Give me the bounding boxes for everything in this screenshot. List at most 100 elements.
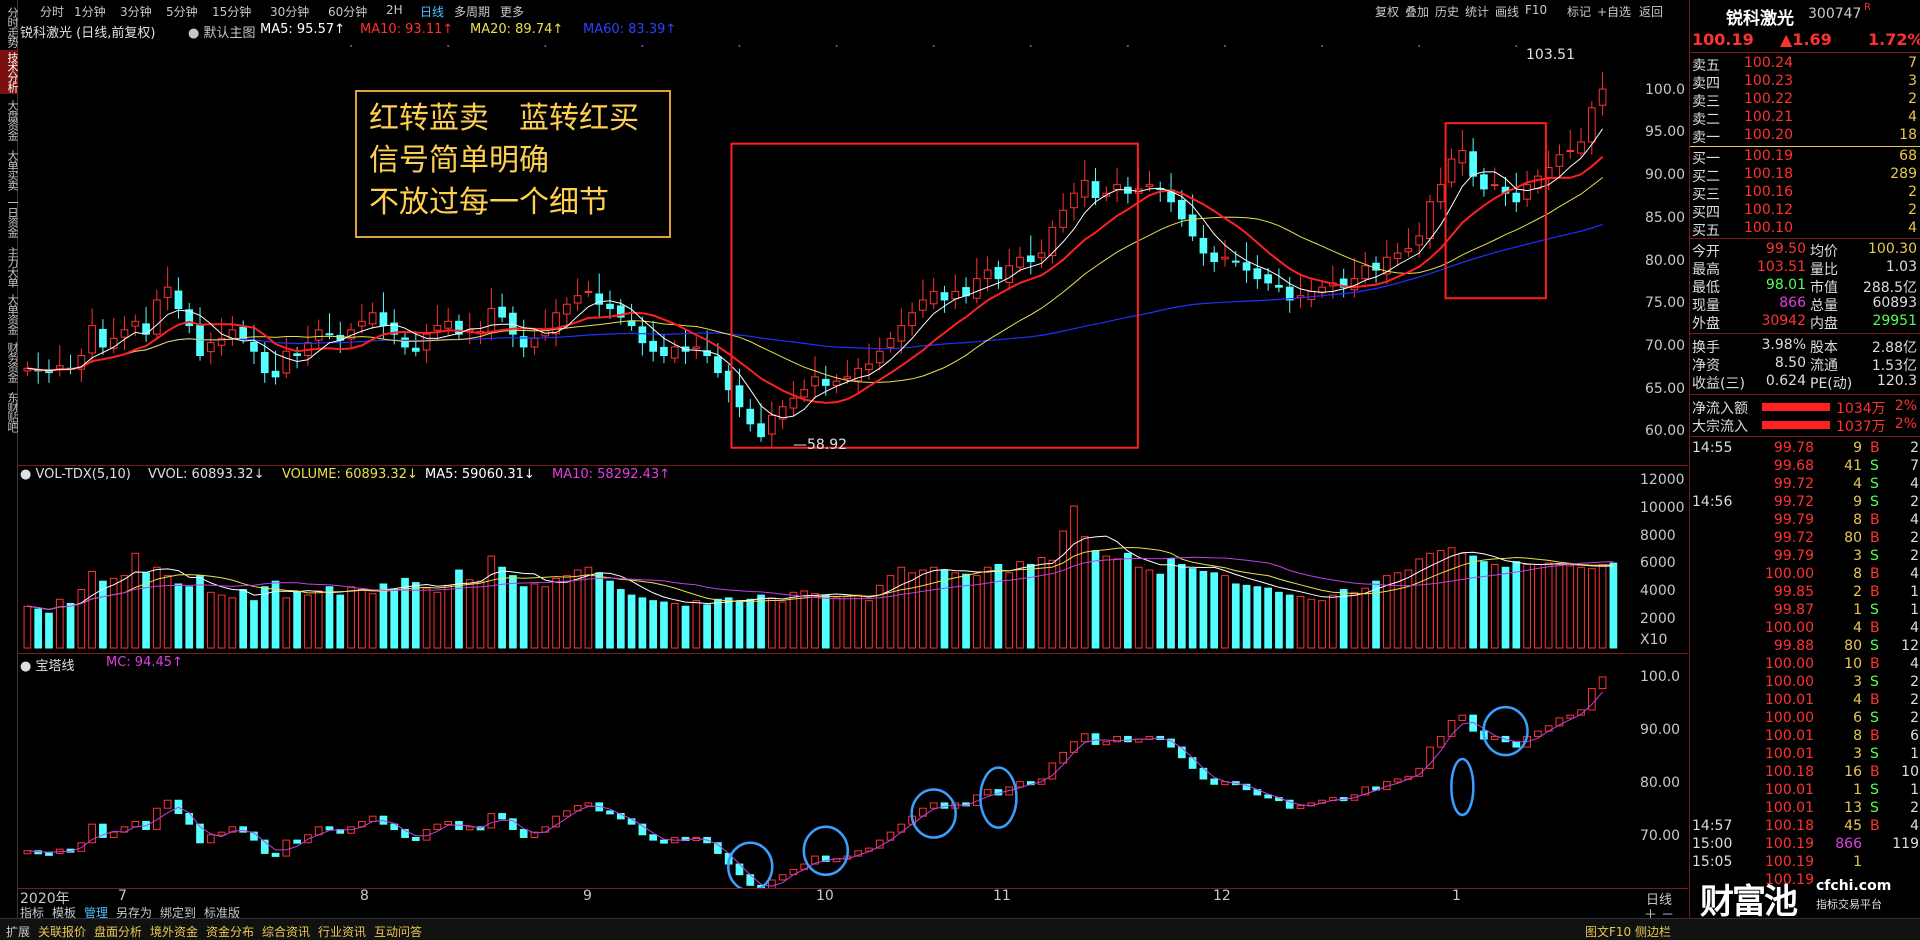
bid-volume: 2 xyxy=(1908,202,1917,218)
tool-button[interactable]: 返回 xyxy=(1639,3,1663,20)
template-selector[interactable]: ● 默认主图 xyxy=(188,22,256,41)
left-tab[interactable]: 技术分析 xyxy=(0,50,19,94)
candle xyxy=(271,350,280,385)
candle xyxy=(746,399,755,432)
tool-button[interactable]: 统计 xyxy=(1465,3,1489,20)
ma20-readout: MA20: 89.74↑ xyxy=(470,22,564,37)
ask-row: 卖四 100.23 3 xyxy=(1690,73,1920,92)
tick-direction: B xyxy=(1870,584,1880,600)
volume-bar xyxy=(163,575,172,649)
ask-row: 卖三 100.22 2 xyxy=(1690,91,1920,110)
volume-bar xyxy=(1318,600,1326,649)
candle xyxy=(206,332,215,365)
volume-bar-chart[interactable] xyxy=(18,466,1632,652)
left-tab[interactable]: 东财贴吧 xyxy=(0,390,19,434)
tick-time: 15:00 xyxy=(1692,836,1733,852)
period-tab[interactable]: 2H xyxy=(386,3,403,17)
stat-value: 120.3 xyxy=(1876,373,1917,389)
tick-row: 100.00 6 S 2 xyxy=(1690,710,1920,728)
period-tab[interactable]: 分时 xyxy=(40,3,64,20)
tower-block xyxy=(368,815,377,823)
stat-label: 股本 xyxy=(1810,340,1838,356)
period-tab[interactable]: 日线 xyxy=(420,3,444,20)
period-tab[interactable]: 60分钟 xyxy=(328,3,367,20)
period-tab[interactable]: 15分钟 xyxy=(212,3,251,20)
volume-bar xyxy=(1577,566,1585,649)
annotation-box: 红转蓝卖 蓝转红买 信号简单明确 不放过每一个细节 xyxy=(355,90,671,238)
volume-bar xyxy=(1307,598,1316,649)
price-change: ▲1.69 xyxy=(1780,30,1832,49)
period-tab[interactable]: 多周期 xyxy=(454,3,490,20)
left-tab[interactable]: 分时走势 xyxy=(0,5,19,49)
volume-bar xyxy=(1609,562,1618,649)
candle xyxy=(681,329,690,365)
candle xyxy=(638,316,647,356)
stat-label: 市值 xyxy=(1810,280,1838,296)
volume-bar xyxy=(1480,561,1488,649)
status-item[interactable]: 扩展 xyxy=(6,923,30,940)
stat-value: 2.88亿 xyxy=(1871,340,1917,356)
tick-row: 100.00 3 S 2 xyxy=(1690,674,1920,692)
signal-dot xyxy=(1321,45,1324,47)
left-tab[interactable]: 财务资金 xyxy=(0,340,19,384)
price-candlestick-chart[interactable] xyxy=(18,40,1632,464)
tower-block xyxy=(1016,781,1024,788)
status-item[interactable]: 互动问答 xyxy=(374,923,422,940)
tool-button[interactable]: 叠加 xyxy=(1405,3,1429,20)
y-tick-label: 90.00 xyxy=(1640,722,1681,739)
status-item[interactable]: 资金分布 xyxy=(206,923,254,940)
volume-bar xyxy=(649,600,658,649)
tool-button[interactable]: +自选 xyxy=(1597,3,1631,20)
tool-button[interactable]: 复权 xyxy=(1375,3,1399,20)
tool-button[interactable]: F10 xyxy=(1525,3,1547,17)
volume-bar xyxy=(498,566,506,649)
y-tick-label: 75.00 xyxy=(1645,295,1686,312)
left-tab[interactable]: 大单买卖 xyxy=(0,148,19,192)
left-tab[interactable]: 主力大单 xyxy=(0,245,19,289)
bid-label: 买三 xyxy=(1692,187,1720,203)
stat-row: 现量 866 总量 60893 xyxy=(1690,295,1920,314)
tick-volume: 45 xyxy=(1844,818,1862,834)
period-tab[interactable]: 1分钟 xyxy=(74,3,106,20)
tick-count: 2 xyxy=(1910,494,1919,510)
status-item[interactable]: 关联报价 xyxy=(38,923,86,940)
left-tab[interactable]: 大盘资金 xyxy=(0,98,19,142)
tower-line-chart[interactable] xyxy=(18,654,1632,888)
tool-button[interactable]: 画线 xyxy=(1495,3,1519,20)
status-right[interactable]: 图文F10 侧边栏 xyxy=(1585,923,1671,940)
tick-time: 14:57 xyxy=(1692,818,1733,834)
period-tab[interactable]: 5分钟 xyxy=(166,3,198,20)
ask-label: 卖二 xyxy=(1692,112,1720,128)
status-item[interactable]: 境外资金 xyxy=(150,923,198,940)
left-tab[interactable]: 大单资金 xyxy=(0,292,19,336)
stat-value: 29951 xyxy=(1872,313,1917,329)
stat-label: 量比 xyxy=(1810,262,1838,278)
y-tick-label: 90.00 xyxy=(1645,167,1686,184)
signal-dot xyxy=(835,45,838,47)
signal-dot xyxy=(1515,45,1518,47)
flow-row: 大宗流入 1037万 2% xyxy=(1690,416,1920,435)
tool-button[interactable]: 历史 xyxy=(1435,3,1459,20)
tool-button[interactable]: 标记 xyxy=(1567,3,1591,20)
volume-bar xyxy=(1296,595,1305,649)
tick-direction: B xyxy=(1870,566,1880,582)
volume-bar xyxy=(228,597,237,649)
volume-bar xyxy=(1091,550,1100,649)
volume-bar xyxy=(131,552,140,649)
volume-bar xyxy=(347,586,355,649)
volume-bar xyxy=(1350,591,1359,649)
status-item[interactable]: 盘面分析 xyxy=(94,923,142,940)
status-item[interactable]: 行业资讯 xyxy=(318,923,366,940)
period-tab[interactable]: 更多 xyxy=(500,3,524,20)
status-item[interactable]: 综合资讯 xyxy=(262,923,310,940)
volume-bar xyxy=(843,595,852,649)
candle xyxy=(1436,167,1445,210)
left-tab[interactable]: 一日资金 xyxy=(0,195,19,239)
candle xyxy=(1113,167,1121,203)
candle xyxy=(530,328,539,355)
volume-bar xyxy=(1393,572,1402,649)
volume-bar xyxy=(1037,557,1046,649)
period-tab[interactable]: 30分钟 xyxy=(270,3,309,20)
period-tab[interactable]: 3分钟 xyxy=(120,3,152,20)
tick-volume: 866 xyxy=(1835,836,1862,852)
